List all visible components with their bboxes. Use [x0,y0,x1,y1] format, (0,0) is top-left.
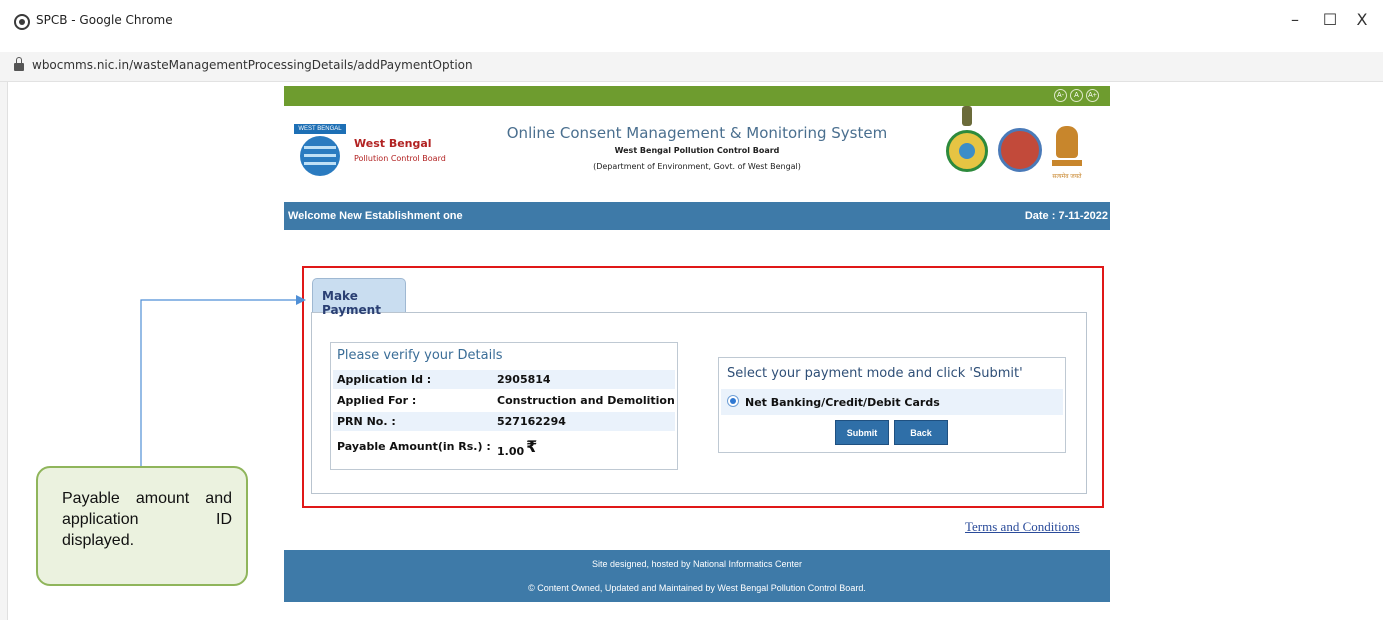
biswa-bangla-emblem-icon [944,106,990,194]
prn-row: PRN No. : 527162294 [333,412,675,431]
lock-icon [14,57,24,71]
tab-make-payment[interactable]: Make Payment [312,278,406,317]
browser-title-bar: SPCB - Google Chrome – ☐ X [0,0,1383,48]
payable-amount-row: Payable Amount(in Rs.) : 1.00 ₹ [333,437,675,459]
top-green-bar: A- A A+ [284,86,1110,106]
rupee-icon: ₹ [526,437,538,456]
welcome-text: Welcome New Establishment one [288,210,463,222]
prn-value: 527162294 [497,415,566,428]
font-increase-button[interactable]: A+ [1086,89,1099,102]
details-title: Please verify your Details [337,348,503,363]
minimize-button[interactable]: – [1283,10,1307,29]
maximize-button[interactable]: ☐ [1318,10,1342,29]
site-header: WEST BENGAL West Bengal Pollution Contro… [284,106,1110,202]
net-banking-radio[interactable] [727,395,739,407]
details-box: Please verify your Details Application I… [330,342,678,470]
amount-text: 1.00 [497,445,525,458]
application-id-value: 2905814 [497,373,551,386]
payable-amount-label: Payable Amount(in Rs.) : [337,440,491,453]
url-text[interactable]: wbocmms.nic.in/wasteManagementProcessing… [32,58,473,72]
state-emblem-icon [998,128,1042,172]
callout-text: Payable amount and application ID displa… [62,490,232,549]
prn-label: PRN No. : [337,415,396,428]
submit-button[interactable]: Submit [835,420,889,445]
payment-mode-title: Select your payment mode and click 'Subm… [727,366,1023,381]
applied-for-value: Construction and Demolition [497,394,675,407]
payment-option-row[interactable]: Net Banking/Credit/Debit Cards [721,389,1063,415]
close-button[interactable]: X [1350,10,1374,29]
tab-label: Make Payment [322,289,381,317]
footer-hosting-text: Site designed, hosted by National Inform… [591,559,803,569]
terms-link[interactable]: Terms and Conditions [965,519,1080,535]
net-banking-label[interactable]: Net Banking/Credit/Debit Cards [745,396,940,409]
back-button[interactable]: Back [894,420,948,445]
chrome-logo-icon [14,14,30,30]
application-id-row: Application Id : 2905814 [333,370,675,389]
site-footer: Site designed, hosted by National Inform… [284,550,1110,602]
applied-for-label: Applied For : [337,394,417,407]
application-id-label: Application Id : [337,373,432,386]
font-decrease-button[interactable]: A- [1054,89,1067,102]
emblem-motto: सत्यमेव जयते [1052,174,1082,180]
footer-ownership-text: © Content Owned, Updated and Maintained … [528,583,866,593]
national-emblem-icon: सत्यमेव जयते [1050,122,1084,184]
date-text: Date : 7-11-2022 [1024,210,1108,222]
font-normal-button[interactable]: A [1070,89,1083,102]
window-left-edge [0,82,8,620]
screenshot: SPCB - Google Chrome – ☐ X wbocmms.nic.i… [0,0,1383,620]
address-bar[interactable]: wbocmms.nic.in/wasteManagementProcessing… [0,52,1383,82]
window-title: SPCB - Google Chrome [36,13,173,27]
payable-amount-value: 1.00 ₹ [497,437,538,459]
payment-mode-box: Select your payment mode and click 'Subm… [718,357,1066,453]
welcome-bar: Welcome New Establishment one Date : 7-1… [284,202,1110,230]
applied-for-row: Applied For : Construction and Demolitio… [333,391,675,410]
callout-box: Payable amount and application ID displa… [36,466,248,586]
